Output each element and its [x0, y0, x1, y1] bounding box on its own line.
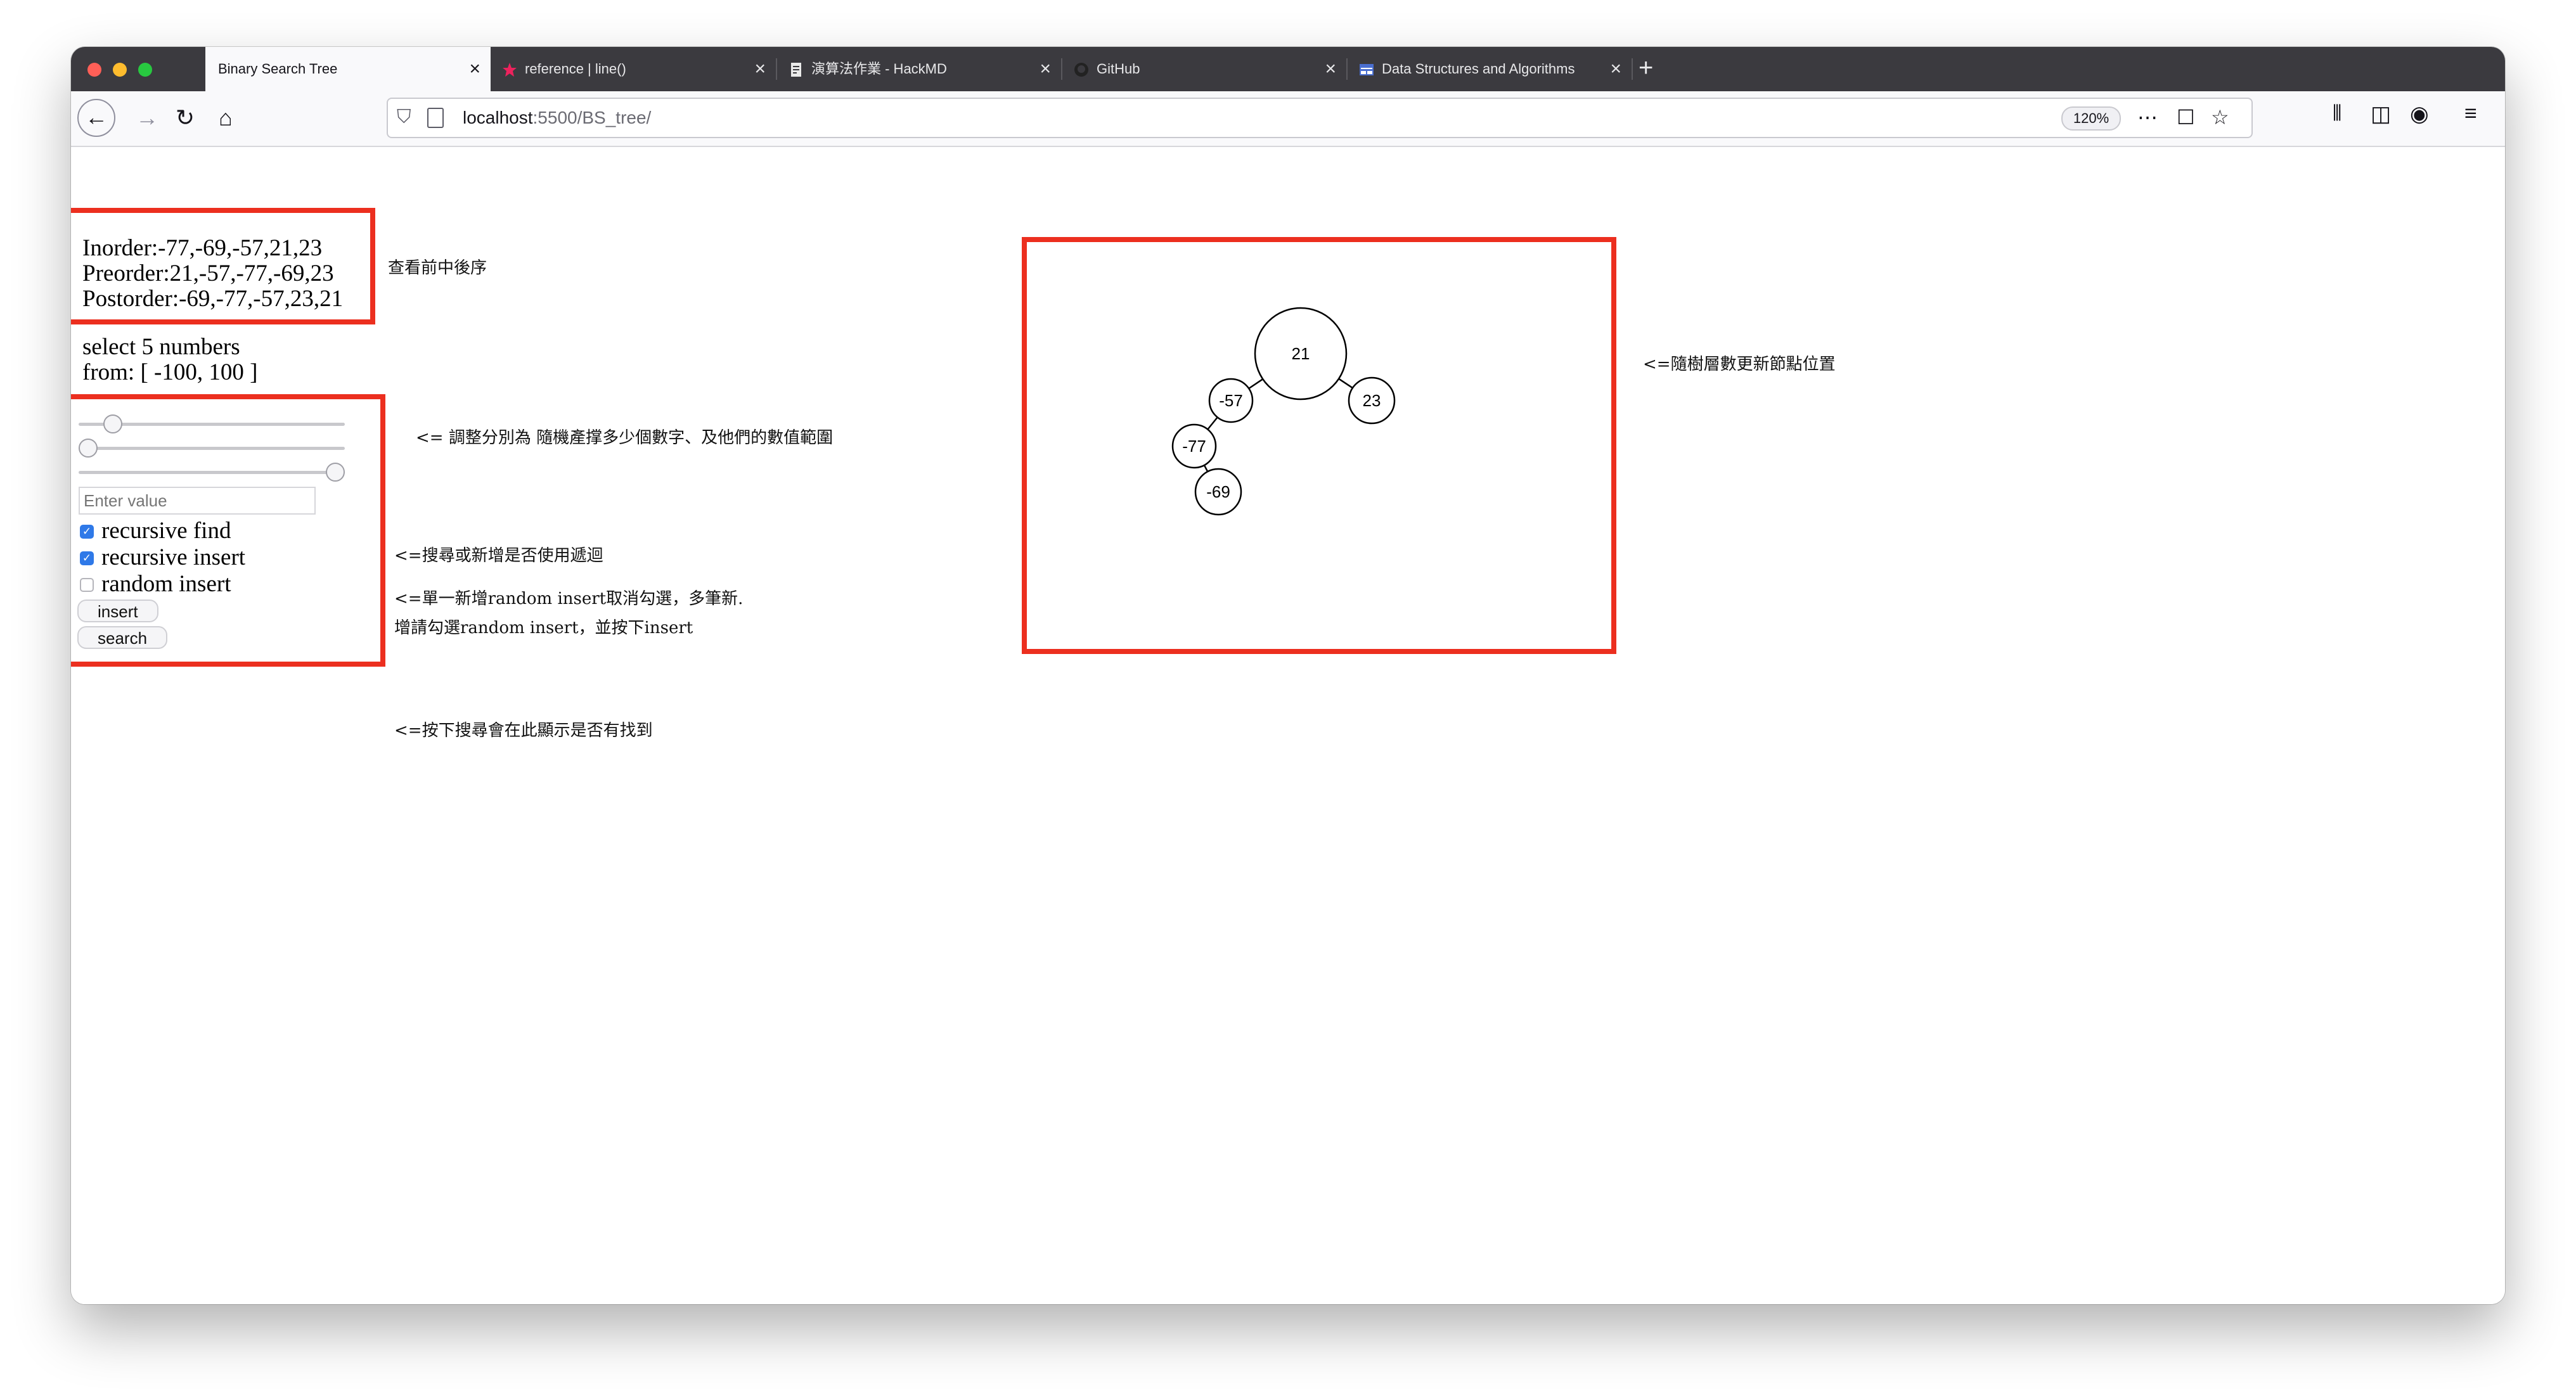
page-content: Inorder:-77,-69,-57,21,23 Preorder:21,-5… — [71, 147, 2505, 1304]
minimize-window-button[interactable] — [113, 63, 127, 77]
close-tab-icon[interactable]: × — [1610, 47, 1621, 91]
random-insert-checkbox[interactable] — [80, 578, 94, 592]
postorder-text: Postorder:-69,-77,-57,23,21 — [82, 286, 344, 312]
close-tab-icon[interactable]: × — [1040, 47, 1051, 91]
tab-title: reference | line() — [525, 61, 626, 77]
document-favicon-icon — [791, 63, 801, 77]
random-insert-note: <=單一新增random insert取消勾選，多筆新. — [394, 589, 744, 608]
library-icon[interactable]: ⫴ — [2333, 101, 2341, 126]
tree-node: 21 — [1254, 307, 1348, 401]
home-icon[interactable]: ⌂ — [207, 99, 245, 137]
tree-node: -77 — [1171, 423, 1217, 469]
recursive-find-checkbox[interactable]: ✓ — [80, 525, 94, 539]
tree-node: -69 — [1194, 468, 1242, 516]
preorder-text: Preorder:21,-57,-77,-69,23 — [82, 260, 334, 286]
tree-note: <=隨樹層數更新節點位置 — [1643, 355, 1836, 374]
new-tab-icon[interactable]: + — [1639, 47, 1653, 89]
browser-window: Binary Search Tree × reference | line() … — [71, 47, 2505, 1304]
bookmark-star-icon[interactable]: ☆ — [2211, 105, 2229, 129]
close-tab-icon[interactable]: × — [469, 47, 480, 91]
tab-title: GitHub — [1097, 61, 1140, 77]
tree-node: -57 — [1208, 378, 1254, 423]
search-result-note: <=按下搜尋會在此顯示是否有找到 — [394, 721, 653, 740]
recursive-insert-label: recursive insert — [101, 544, 246, 570]
tab-separator — [1632, 58, 1633, 80]
slider-track — [79, 447, 345, 450]
recursive-find-label: recursive find — [101, 518, 231, 544]
url-host: localhost — [463, 108, 533, 127]
tree-node-label: -57 — [1219, 391, 1243, 410]
slider-thumb[interactable] — [326, 463, 345, 482]
tree-node-label: 23 — [1363, 391, 1381, 410]
slider-thumb[interactable] — [79, 439, 98, 458]
back-arrow-icon[interactable]: ← — [77, 99, 115, 137]
traversal-box: Inorder:-77,-69,-57,21,23 Preorder:21,-5… — [71, 208, 375, 324]
github-favicon-icon — [1074, 63, 1088, 77]
count-slider[interactable] — [79, 412, 345, 437]
search-button[interactable]: search — [77, 626, 168, 649]
insert-button[interactable]: insert — [77, 600, 158, 622]
tree-canvas-box: 21 -57 23 -77 -69 — [1022, 237, 1616, 654]
range-max-slider[interactable] — [79, 460, 345, 485]
tree-edge — [1203, 465, 1209, 472]
value-input[interactable] — [79, 487, 316, 515]
more-actions-icon[interactable]: ⋯ — [2137, 105, 2158, 129]
slider-track — [79, 471, 345, 474]
inorder-text: Inorder:-77,-69,-57,21,23 — [82, 235, 323, 261]
range-min-slider[interactable] — [79, 436, 345, 461]
star-favicon-icon — [503, 63, 517, 77]
random-insert-note-2: 增請勾選random insert，並按下insert — [394, 619, 693, 638]
reload-icon[interactable]: ↻ — [166, 99, 204, 137]
tab-github[interactable]: GitHub × — [1062, 47, 1346, 91]
tree-edge — [1338, 378, 1353, 389]
account-icon[interactable]: ◉ — [2410, 101, 2429, 127]
tree-node: 23 — [1348, 376, 1396, 425]
close-tab-icon[interactable]: × — [1325, 47, 1336, 91]
random-insert-label: random insert — [101, 571, 231, 597]
tab-binary-search-tree[interactable]: Binary Search Tree × — [205, 47, 491, 91]
selection-info: select 5 numbers from: [ -100, 100 ] — [82, 335, 257, 385]
menu-icon[interactable]: ≡ — [2464, 101, 2477, 126]
tree-edge — [1207, 416, 1218, 430]
tree-canvas: 21 -57 23 -77 -69 — [1171, 307, 1396, 516]
slider-note: <= 調整分別為 隨機產撑多少個數字、及他們的數值範圍 — [416, 428, 834, 447]
zoom-window-button[interactable] — [138, 63, 152, 77]
shield-icon[interactable]: ⛉ — [397, 106, 411, 128]
tab-title: 演算法作業 - HackMD — [811, 61, 947, 77]
tab-data-structures[interactable]: Data Structures and Algorithms × — [1348, 47, 1632, 91]
tab-hackmd[interactable]: 演算法作業 - HackMD × — [777, 47, 1061, 91]
page-info-icon[interactable] — [427, 108, 444, 128]
tree-edge — [1248, 378, 1263, 390]
sidebar-icon[interactable]: ◫ — [2371, 101, 2391, 127]
address-bar[interactable]: ⛉ localhost:5500/BS_tree/ 120% ⋯ ☐ ☆ — [387, 98, 2253, 138]
tree-node-label: -77 — [1182, 437, 1206, 456]
url-text[interactable]: localhost:5500/BS_tree/ — [463, 108, 651, 128]
selection-range-text: from: [ -100, 100 ] — [82, 359, 258, 385]
tab-reference[interactable]: reference | line() × — [491, 47, 776, 91]
controls-box: ✓ recursive find ✓ recursive insert rand… — [71, 394, 385, 667]
forward-arrow-icon[interactable]: → — [128, 99, 166, 137]
tab-title: Binary Search Tree — [218, 61, 338, 77]
url-path: :5500/BS_tree/ — [532, 108, 652, 127]
table-favicon-icon — [1360, 64, 1374, 75]
tree-node-label: -69 — [1206, 482, 1230, 501]
close-tab-icon[interactable]: × — [754, 47, 766, 91]
traversal-note: 查看前中後序 — [388, 259, 487, 278]
tree-node-label: 21 — [1292, 344, 1310, 363]
selection-count-text: select 5 numbers — [82, 334, 240, 360]
recursive-insert-checkbox[interactable]: ✓ — [80, 551, 94, 565]
navigation-toolbar: ← → ↻ ⌂ ⛉ localhost:5500/BS_tree/ 120% ⋯… — [71, 91, 2505, 147]
pocket-icon[interactable]: ☐ — [2177, 105, 2195, 129]
tab-title: Data Structures and Algorithms — [1382, 61, 1575, 77]
recursion-note: <=搜尋或新增是否使用遞迴 — [394, 546, 603, 565]
zoom-level-badge[interactable]: 120% — [2061, 106, 2121, 131]
close-window-button[interactable] — [87, 63, 101, 77]
slider-thumb[interactable] — [103, 414, 122, 433]
tab-bar: Binary Search Tree × reference | line() … — [71, 47, 2505, 91]
